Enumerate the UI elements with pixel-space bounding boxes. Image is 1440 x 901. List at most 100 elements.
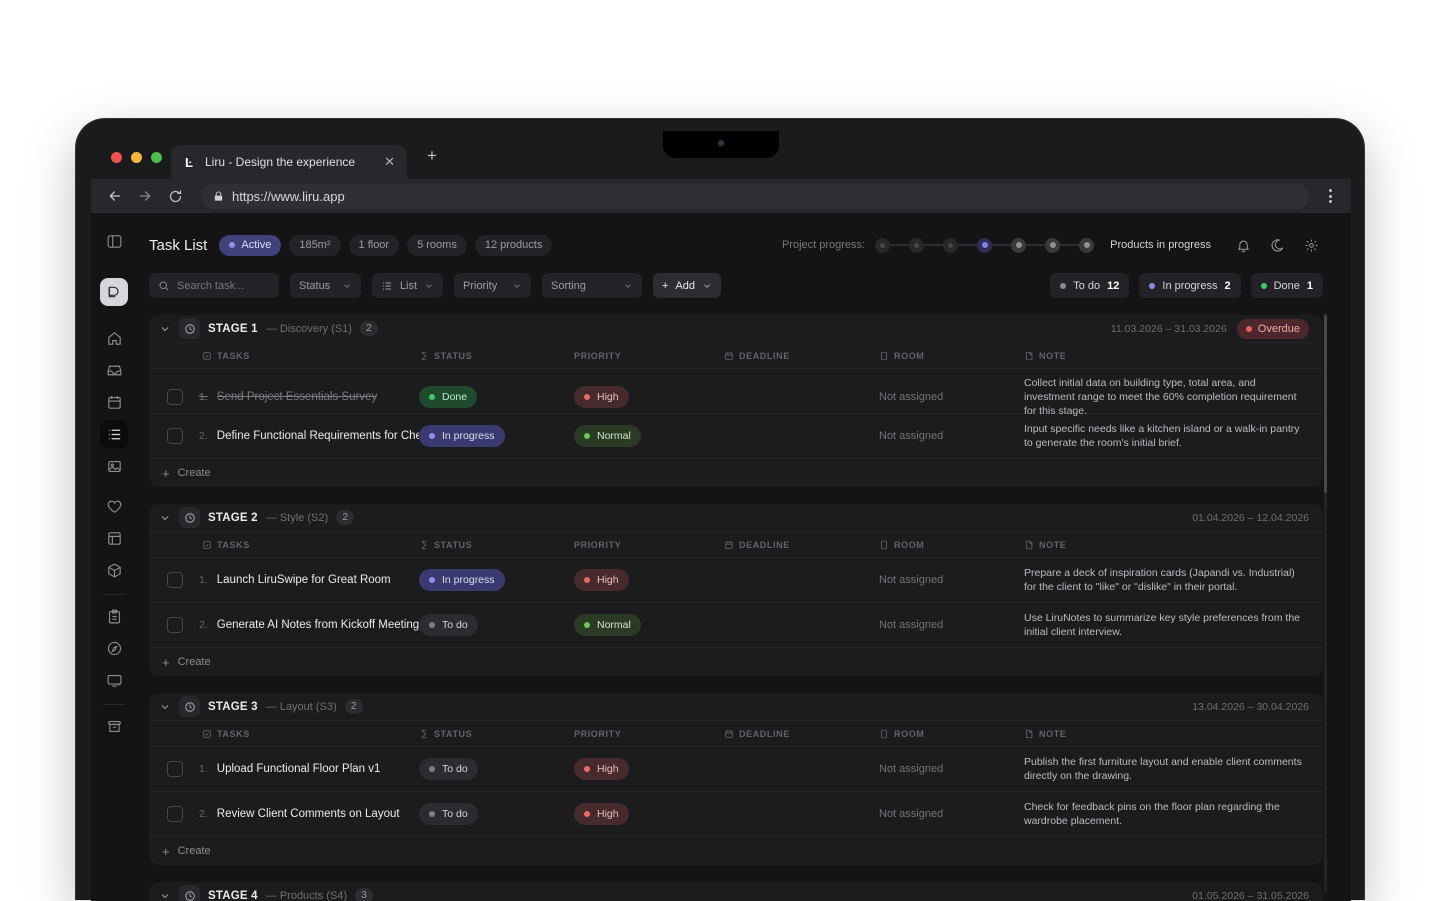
task-row[interactable]: 2.Review Client Comments on Layout To do… (149, 791, 1323, 836)
notifications-bell-icon[interactable] (1231, 233, 1255, 257)
close-window-button[interactable] (111, 152, 122, 163)
priority-pill[interactable]: Normal (574, 425, 641, 447)
status-pill[interactable]: Done (419, 386, 477, 408)
liru-logo-icon[interactable] (100, 278, 128, 306)
priority-pill[interactable]: High (574, 803, 629, 825)
task-row[interactable]: 2.Define Functional Requirements for Che… (149, 413, 1323, 458)
stage-clock-icon[interactable] (179, 507, 200, 528)
priority-pill[interactable]: High (574, 386, 629, 408)
sidebar-item-products[interactable] (100, 556, 128, 584)
task-row[interactable]: 2.Generate AI Notes from Kickoff Meeting… (149, 602, 1323, 647)
progress-dot[interactable] (909, 238, 924, 253)
sidebar-item-clipboard[interactable] (100, 602, 128, 630)
room-cell[interactable]: Not assigned (879, 619, 1024, 631)
sidebar-toggle-icon[interactable] (100, 227, 128, 255)
create-task-button[interactable]: +Create (149, 458, 1323, 487)
stage-header[interactable]: STAGE 2 — Style (S2) 2 01.04.2026 – 12.0… (149, 504, 1323, 531)
progress-dot[interactable] (943, 238, 958, 253)
progress-dot[interactable] (875, 238, 890, 253)
progress-dot[interactable] (1011, 238, 1026, 253)
note-cell[interactable]: Publish the first furniture layout and e… (1024, 748, 1323, 790)
stage-clock-icon[interactable] (179, 885, 200, 901)
overdue-badge: Overdue (1237, 319, 1309, 339)
refresh-icon[interactable] (163, 184, 187, 208)
stage-header[interactable]: STAGE 1 — Discovery (S1) 2 11.03.2026 – … (149, 315, 1323, 342)
room-cell[interactable]: Not assigned (879, 391, 1024, 403)
add-button[interactable]: + Add (653, 273, 721, 298)
priority-pill[interactable]: High (574, 569, 629, 591)
sidebar-item-devices[interactable] (100, 666, 128, 694)
task-row[interactable]: 1.Send Project Essentials Survey Done Hi… (149, 368, 1323, 413)
collapse-chevron-icon[interactable] (159, 323, 171, 335)
done-counter[interactable]: Done1 (1251, 273, 1323, 298)
address-bar[interactable]: https://www.liru.app (201, 184, 1309, 209)
note-cell[interactable]: Check for feedback pins on the floor pla… (1024, 793, 1323, 835)
collapse-chevron-icon[interactable] (159, 890, 171, 901)
sorting-dropdown[interactable]: Sorting (542, 273, 642, 298)
view-mode-dropdown[interactable]: List (372, 273, 443, 298)
sidebar-item-calendar[interactable] (100, 388, 128, 416)
inprogress-counter[interactable]: In progress2 (1139, 273, 1240, 298)
task-row[interactable]: 1.Launch LiruSwipe for Great Room In pro… (149, 557, 1323, 602)
active-status-badge[interactable]: Active (219, 235, 281, 256)
status-pill[interactable]: To do (419, 803, 478, 825)
task-checkbox[interactable] (167, 761, 183, 777)
room-cell[interactable]: Not assigned (879, 430, 1024, 442)
status-filter-dropdown[interactable]: Status (290, 273, 361, 298)
sidebar-item-favorites[interactable] (100, 492, 128, 520)
progress-dot-current[interactable] (977, 238, 992, 253)
task-row[interactable]: 1.Upload Functional Floor Plan v1 To do … (149, 746, 1323, 791)
sidebar-item-home[interactable] (100, 324, 128, 352)
scrollbar[interactable] (1324, 313, 1327, 893)
stage-header[interactable]: STAGE 4 — Products (S4) 3 01.05.2026 – 3… (149, 882, 1323, 901)
task-checkbox[interactable] (167, 617, 183, 633)
task-checkbox[interactable] (167, 428, 183, 444)
sidebar-item-notes[interactable] (100, 524, 128, 552)
back-icon[interactable] (103, 184, 127, 208)
stage-header[interactable]: STAGE 3 — Layout (S3) 2 13.04.2026 – 30.… (149, 693, 1323, 720)
sidebar-item-explore[interactable] (100, 634, 128, 662)
priority-pill[interactable]: Normal (574, 614, 641, 636)
stage-clock-icon[interactable] (179, 318, 200, 339)
task-checkbox[interactable] (167, 572, 183, 588)
search-input[interactable] (149, 273, 279, 298)
browser-menu-icon[interactable] (1329, 189, 1333, 203)
scrollbar-thumb[interactable] (1324, 315, 1327, 493)
tab-close-icon[interactable]: ✕ (382, 154, 397, 170)
priority-pill[interactable]: High (574, 758, 629, 780)
forward-icon[interactable] (133, 184, 157, 208)
project-progress-stepper[interactable] (875, 238, 1094, 253)
create-task-button[interactable]: +Create (149, 836, 1323, 865)
note-cell[interactable]: Input specific needs like a kitchen isla… (1024, 415, 1323, 457)
minimize-window-button[interactable] (131, 152, 142, 163)
new-tab-button[interactable]: + (421, 145, 443, 167)
sidebar-item-gallery[interactable] (100, 452, 128, 480)
fullscreen-window-button[interactable] (151, 152, 162, 163)
sidebar-item-archive[interactable] (100, 712, 128, 740)
progress-dot[interactable] (1079, 238, 1094, 253)
progress-dot[interactable] (1045, 238, 1060, 253)
status-pill[interactable]: In progress (419, 425, 505, 447)
room-cell[interactable]: Not assigned (879, 763, 1024, 775)
stage-clock-icon[interactable] (179, 696, 200, 717)
collapse-chevron-icon[interactable] (159, 701, 171, 713)
browser-tab[interactable]: Ŀ Liru - Design the experience ✕ (171, 145, 407, 179)
sidebar-item-inbox[interactable] (100, 356, 128, 384)
status-pill[interactable]: In progress (419, 569, 505, 591)
room-cell[interactable]: Not assigned (879, 808, 1024, 820)
status-pill[interactable]: To do (419, 758, 478, 780)
priority-filter-dropdown[interactable]: Priority (454, 273, 531, 298)
create-task-button[interactable]: +Create (149, 647, 1323, 676)
todo-counter[interactable]: To do12 (1050, 273, 1129, 298)
task-checkbox[interactable] (167, 389, 183, 405)
note-cell[interactable]: Use LiruNotes to summarize key style pre… (1024, 604, 1323, 646)
task-checkbox[interactable] (167, 806, 183, 822)
room-cell[interactable]: Not assigned (879, 574, 1024, 586)
collapse-chevron-icon[interactable] (159, 512, 171, 524)
status-pill[interactable]: To do (419, 614, 478, 636)
products-badge: 12 products (475, 235, 552, 256)
dark-mode-moon-icon[interactable] (1265, 233, 1289, 257)
note-cell[interactable]: Prepare a deck of inspiration cards (Jap… (1024, 559, 1323, 601)
sidebar-item-tasks[interactable] (100, 420, 128, 448)
settings-gear-icon[interactable] (1299, 233, 1323, 257)
